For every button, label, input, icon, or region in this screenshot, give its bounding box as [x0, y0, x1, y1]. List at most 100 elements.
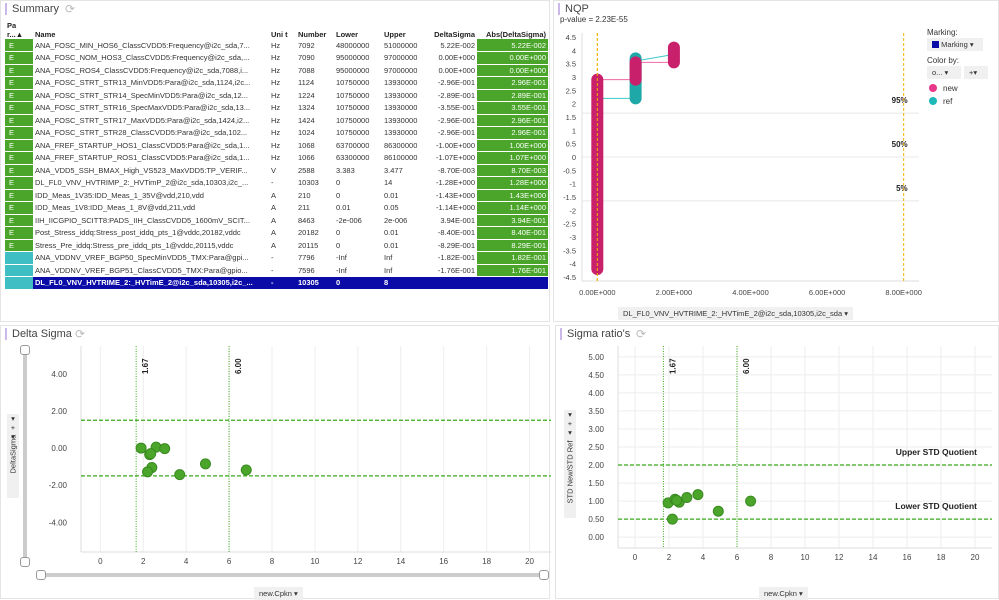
table-row[interactable]: E IIH_IICGPIO_SCITT8:PADS_IIH_ClassCVDD5_…: [5, 214, 548, 227]
x-range-slider[interactable]: [39, 573, 547, 577]
x-tick-label: 0.00E+000: [579, 288, 616, 297]
table-cell: 7796: [296, 251, 334, 265]
x-axis-label: new.Cpkn: [764, 589, 797, 598]
table-row[interactable]: DL_FL0_VNV_HVTRIME_2:_HVTimE_2@i2c_sda,1…: [5, 276, 548, 290]
table-cell: Hz: [269, 151, 296, 165]
x-slider-handle-right[interactable]: [539, 570, 549, 580]
column-header[interactable]: Abs(DeltaSigma): [477, 17, 548, 39]
table-row[interactable]: E ANA_FOSC_STRT_STR14_SpecMinVDD5:Para@i2…: [5, 89, 548, 102]
table-cell: 2e-006: [382, 214, 427, 227]
table-row[interactable]: E Post_Stress_iddq:Stress_post_iddq_pts_1…: [5, 226, 548, 240]
x-tick-label: 4.00E+000: [732, 288, 769, 297]
table-cell: -: [269, 251, 296, 265]
table-cell: -3.55E-001: [427, 101, 477, 115]
table-cell: 1.00E+000: [477, 139, 548, 152]
legend-item[interactable]: ref: [929, 97, 958, 106]
add-color-button[interactable]: +▾: [964, 66, 988, 79]
table-cell: 2.89E-001: [477, 89, 548, 102]
table-cell: -1.07E+000: [427, 151, 477, 165]
table-cell: 0.00E+000: [427, 64, 477, 77]
table-cell: E: [5, 51, 33, 65]
table-cell: -Inf: [334, 264, 382, 277]
table-row[interactable]: E ANA_FOSC_ROS4_ClassCVDD5:Frequency@i2c_…: [5, 64, 548, 77]
refresh-icon[interactable]: ⟳: [65, 2, 75, 16]
column-header[interactable]: DeltaSigma: [427, 17, 477, 39]
y-tick-label: 1.5: [566, 113, 576, 122]
table-cell: 1.43E+000: [477, 189, 548, 202]
column-header[interactable]: Number: [296, 17, 334, 39]
table-cell: DL_FL0_VNV_HVTRIME_2:_HVTimE_2@i2c_sda,1…: [33, 276, 269, 290]
table-cell: ANA_FOSC_STRT_STR14_SpecMinVDD5:Para@i2c…: [33, 89, 269, 102]
table-cell: 0.00E+000: [427, 51, 477, 65]
colorby-dropdown[interactable]: o... ▾: [927, 66, 961, 79]
table-row[interactable]: E ANA_FOSC_STRT_STR28_ClassCVDD5:Para@i2c…: [5, 126, 548, 140]
column-header[interactable]: Lower: [334, 17, 382, 39]
table-cell: 0.00E+000: [477, 64, 548, 77]
table-cell: Hz: [269, 51, 296, 65]
table-cell: [477, 276, 548, 290]
y-tick-label: 3.5: [566, 60, 576, 69]
cpk-limit-label: 1.67: [668, 358, 677, 374]
x-slider-handle-left[interactable]: [36, 570, 46, 580]
x-axis-selector[interactable]: new.Cpkn ▾: [759, 587, 808, 600]
table-cell: 7088: [296, 64, 334, 77]
threshold-label: Upper STD Quotient: [896, 447, 977, 457]
y-tick-label: -4: [569, 260, 576, 269]
delta-sigma-panel: Delta Sigma ⟳ ▾ + ▾ DeltaSigma 0 2 4 6 8 10 12 14 1…: [0, 325, 551, 600]
y-tick-label: -1.5: [563, 193, 576, 202]
table-cell: 1324: [296, 101, 334, 115]
table-cell: 14: [382, 176, 427, 190]
table-cell: 211: [296, 201, 334, 215]
table-cell: 0.01: [334, 201, 382, 215]
table-row[interactable]: E ANA_FOSC_NOM_HOS3_ClassCVDD5:Frequency@…: [5, 51, 548, 65]
marking-dropdown[interactable]: Marking ▾: [927, 38, 983, 51]
table-row[interactable]: E IDD_Meas_1V35:IDD_Meas_1_35V@vdd,210,vd…: [5, 189, 548, 202]
x-tick-label: 8: [769, 553, 774, 562]
table-row[interactable]: E ANA_FREF_STARTUP_HOS1_ClassCVDD5:Para@i…: [5, 139, 548, 152]
table-cell: 0.05: [382, 201, 427, 215]
table-row[interactable]: ANA_VDDNV_VREF_BGP51_ClassCVDD5_TMX:Para…: [5, 264, 548, 277]
marking-label: Marking:: [927, 28, 958, 37]
table-cell: 0: [334, 226, 382, 240]
table-row[interactable]: E ANA_FOSC_STRT_STR17_MaxVDD5:Para@i2c_sd…: [5, 114, 548, 127]
table-cell: 1068: [296, 139, 334, 152]
x-tick-label: 14: [396, 557, 405, 566]
column-header[interactable]: Pa r...▲: [5, 17, 33, 39]
x-tick-label: 2.00E+000: [656, 288, 693, 297]
table-cell: 48000000: [334, 39, 382, 52]
table-cell: E: [5, 239, 33, 252]
x-tick-label: 16: [903, 553, 912, 562]
table-cell: ANA_FOSC_ROS4_ClassCVDD5:Frequency@i2c_s…: [33, 64, 269, 77]
table-cell: -1.76E-001: [427, 264, 477, 277]
table-row[interactable]: E ANA_FOSC_STRT_STR13_MinVDD5:Para@i2c_sd…: [5, 76, 548, 90]
x-tick-label: 2: [141, 557, 146, 566]
x-axis-selector[interactable]: new.Cpkn ▾: [254, 587, 303, 600]
nqp-panel: NQP p-value = 2.23E-55 4.5 4 3.5 3 2.5 2 1.5 1 0…: [553, 0, 999, 322]
table-row[interactable]: E ANA_FOSC_MIN_HOS6_ClassCVDD5:Frequency@…: [5, 39, 548, 52]
table-row[interactable]: E ANA_FOSC_STRT_STR16_SpecMaxVDD5:Para@i2…: [5, 101, 548, 115]
delta-sigma-chart[interactable]: 0 2 4 6 8 10 12 14 16 18 20 4.00 2.00 0.00 -2.00 -4.00 1…: [1, 326, 551, 566]
nqp-x-selector[interactable]: DL_FL0_VNV_HVTRIME_2:_HVTimE_2@i2c_sda,1…: [618, 307, 853, 320]
table-row[interactable]: E Stress_Pre_iddq:Stress_pre_iddq_pts_1@v…: [5, 239, 548, 252]
column-header[interactable]: Upper: [382, 17, 427, 39]
table-cell: Inf: [382, 251, 427, 265]
nqp-chart[interactable]: 4.5 4 3.5 3 2.5 2 1.5 1 0.5 0 -0.5 -1 -1.5 -2 -2.5 -3 -3…: [554, 23, 924, 323]
table-row[interactable]: E ANA_VDD5_SSH_BMAX_High_VS523_MaxVDD5:TP…: [5, 164, 548, 177]
table-cell: E: [5, 226, 33, 240]
x-axis-label: new.Cpkn: [259, 589, 292, 598]
table-row[interactable]: E ANA_FREF_STARTUP_ROS1_ClassCVDD5:Para@i…: [5, 151, 548, 165]
table-cell: 1124: [296, 76, 334, 90]
column-header[interactable]: Uni t: [269, 17, 296, 39]
table-row[interactable]: E IDD_Meas_1V8:IDD_Meas_1_8V@vdd,211,vdd A…: [5, 201, 548, 215]
table-row[interactable]: ANA_VDDNV_VREF_BGP50_SpecMinVDD5_TMX:Par…: [5, 251, 548, 265]
table-cell: ANA_FOSC_STRT_STR13_MinVDD5:Para@i2c_sda…: [33, 76, 269, 90]
table-cell: E: [5, 101, 33, 115]
column-header[interactable]: Name: [33, 17, 269, 39]
legend-item[interactable]: new: [929, 84, 958, 93]
sigma-ratio-chart[interactable]: 0 2 4 6 8 10 12 14 16 18 20 5.00 4.50 4.00 3.50 3.00 2.5…: [556, 326, 999, 576]
table-cell: 2.96E-001: [477, 126, 548, 140]
table-cell: 0.00E+000: [477, 51, 548, 65]
table-cell: 10750000: [334, 126, 382, 140]
table-cell: 5.22E-002: [427, 39, 477, 52]
table-row[interactable]: E DL_FL0_VNV_HVTRIMP_2:_HVTimP_2@i2c_sda,…: [5, 176, 548, 190]
